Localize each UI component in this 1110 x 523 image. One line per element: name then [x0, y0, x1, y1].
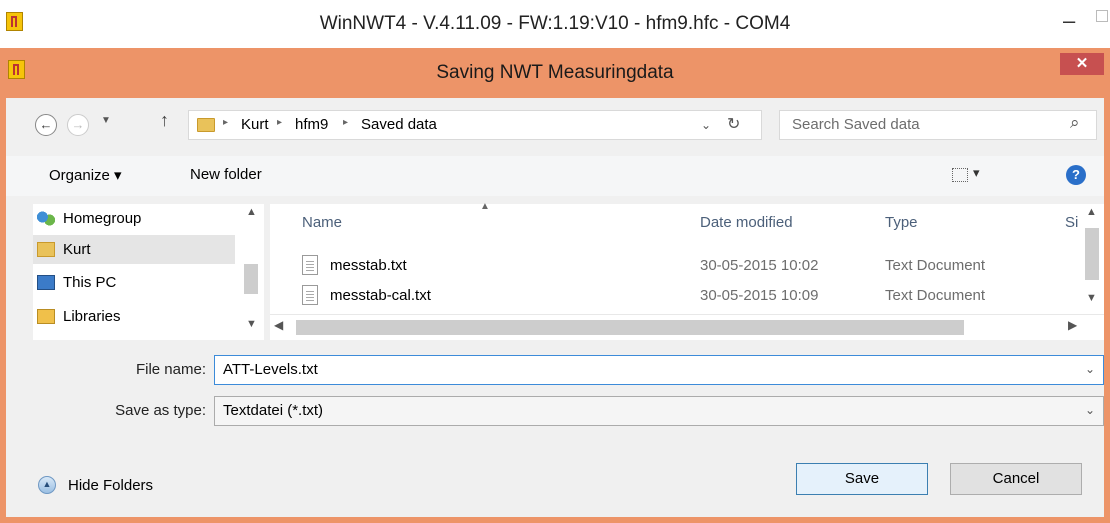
libraries-icon — [37, 309, 55, 324]
text-file-icon — [302, 255, 318, 275]
hide-folders-chevron-icon[interactable]: ▲ — [38, 476, 56, 494]
computer-icon — [37, 275, 55, 290]
scroll-thumb[interactable] — [244, 264, 258, 294]
nav-item-libraries[interactable]: Libraries — [33, 302, 235, 331]
breadcrumb-separator: ▸ — [277, 117, 283, 128]
column-type-header[interactable]: Type — [885, 214, 918, 231]
file-name-dropdown-chevron-icon[interactable]: ⌄ — [1085, 362, 1095, 376]
organize-button[interactable]: Organize ▾ — [49, 166, 122, 184]
scroll-up-icon[interactable]: ▲ — [1086, 206, 1097, 218]
command-toolbar: Organize ▾ New folder ▾ ? — [6, 156, 1104, 196]
nav-item-label: Libraries — [63, 308, 121, 325]
save-as-type-chevron-icon[interactable]: ⌄ — [1085, 403, 1095, 417]
file-name: messtab-cal.txt — [330, 287, 431, 304]
scroll-thumb[interactable] — [296, 320, 964, 335]
nav-item-label: Kurt — [63, 241, 91, 258]
save-as-type-label: Save as type: — [115, 402, 206, 419]
file-name-input[interactable]: ATT-Levels.txt ⌄ — [214, 355, 1104, 385]
search-icon[interactable]: ⌕ — [1070, 113, 1080, 133]
text-file-icon — [302, 285, 318, 305]
folder-icon — [197, 118, 215, 132]
back-button[interactable]: ← — [35, 114, 57, 136]
nav-item-homegroup[interactable]: Homegroup — [33, 204, 235, 233]
dialog-title: Saving NWT Measuringdata — [436, 62, 674, 83]
new-folder-button[interactable]: New folder — [190, 166, 262, 183]
app-titlebar: WinNWT4 - V.4.11.09 - FW:1.19:V10 - hfm9… — [0, 0, 1110, 48]
column-headers: Name ▲ Date modified Type Si — [270, 201, 1080, 236]
address-bar[interactable]: ▸ Kurt ▸ hfm9 ▸ Saved data ⌄ ↻ — [188, 110, 762, 140]
navigation-pane: Homegroup Kurt This PC Libraries — [33, 204, 263, 340]
forward-button[interactable]: → — [67, 114, 89, 136]
file-name-value[interactable]: ATT-Levels.txt — [223, 361, 318, 378]
breadcrumb-kurt[interactable]: Kurt — [241, 116, 269, 133]
scroll-down-icon[interactable]: ▼ — [1086, 292, 1097, 304]
file-date: 30-05-2015 10:09 — [700, 287, 819, 304]
scroll-thumb[interactable] — [1085, 228, 1099, 280]
file-date: 30-05-2015 10:02 — [700, 257, 819, 274]
homegroup-icon — [37, 211, 55, 226]
user-folder-icon — [37, 242, 55, 257]
help-icon[interactable]: ? — [1066, 165, 1086, 185]
file-row[interactable]: messtab.txt 30-05-2015 10:02 Text Docume… — [270, 253, 1080, 279]
scroll-down-icon[interactable]: ▼ — [246, 318, 257, 330]
column-size-header[interactable]: Si — [1065, 214, 1078, 231]
file-type: Text Document — [885, 257, 986, 274]
up-button[interactable]: ↑ — [160, 110, 169, 131]
minimize-button[interactable]: – — [1063, 8, 1075, 34]
breadcrumb-hfm9[interactable]: hfm9 — [295, 116, 328, 133]
breadcrumb-saved-data[interactable]: Saved data — [361, 116, 437, 133]
refresh-icon[interactable]: ↻ — [727, 114, 740, 134]
recent-locations-chevron-icon[interactable]: ▼ — [101, 115, 111, 126]
search-box[interactable]: Search Saved data ⌕ — [779, 110, 1097, 140]
dialog-titlebar: Saving NWT Measuringdata ✕ — [0, 48, 1110, 98]
hide-folders-button[interactable]: Hide Folders — [68, 477, 153, 494]
nav-item-label: Homegroup — [63, 210, 142, 227]
column-date-header[interactable]: Date modified — [700, 214, 793, 231]
file-list-horizontal-scrollbar[interactable]: ◀ ▶ — [270, 314, 1104, 340]
search-input[interactable]: Search Saved data — [792, 116, 920, 133]
scroll-right-icon[interactable]: ▶ — [1068, 318, 1077, 332]
maximize-button[interactable] — [1096, 10, 1108, 22]
view-options-icon[interactable] — [952, 168, 968, 182]
close-button[interactable]: ✕ — [1060, 53, 1104, 75]
file-type: Text Document — [885, 287, 986, 304]
nav-item-label: This PC — [63, 274, 117, 291]
column-name-header[interactable]: Name — [302, 214, 342, 231]
cancel-button[interactable]: Cancel — [950, 463, 1082, 495]
nav-item-this-pc[interactable]: This PC — [33, 268, 235, 297]
nav-scrollbar[interactable]: ▲ ▼ — [238, 204, 264, 340]
save-button[interactable]: Save — [796, 463, 928, 495]
save-as-type-select[interactable]: Textdatei (*.txt) ⌄ — [214, 396, 1104, 426]
breadcrumb-separator: ▸ — [343, 117, 349, 128]
scroll-left-icon[interactable]: ◀ — [274, 318, 283, 332]
file-name: messtab.txt — [330, 257, 407, 274]
view-dropdown-chevron-icon[interactable]: ▾ — [973, 165, 980, 181]
file-list-vertical-scrollbar[interactable]: ▲ ▼ — [1080, 204, 1104, 314]
scroll-up-icon[interactable]: ▲ — [246, 206, 257, 218]
save-as-type-value[interactable]: Textdatei (*.txt) — [223, 402, 323, 419]
address-dropdown-chevron-icon[interactable]: ⌄ — [701, 118, 711, 132]
breadcrumb-separator: ▸ — [223, 117, 229, 128]
file-row[interactable]: messtab-cal.txt 30-05-2015 10:09 Text Do… — [270, 283, 1080, 309]
app-title: WinNWT4 - V.4.11.09 - FW:1.19:V10 - hfm9… — [319, 13, 791, 34]
sort-ascending-icon: ▲ — [480, 201, 490, 212]
file-name-label: File name: — [135, 361, 206, 378]
nav-item-kurt[interactable]: Kurt — [33, 235, 235, 264]
